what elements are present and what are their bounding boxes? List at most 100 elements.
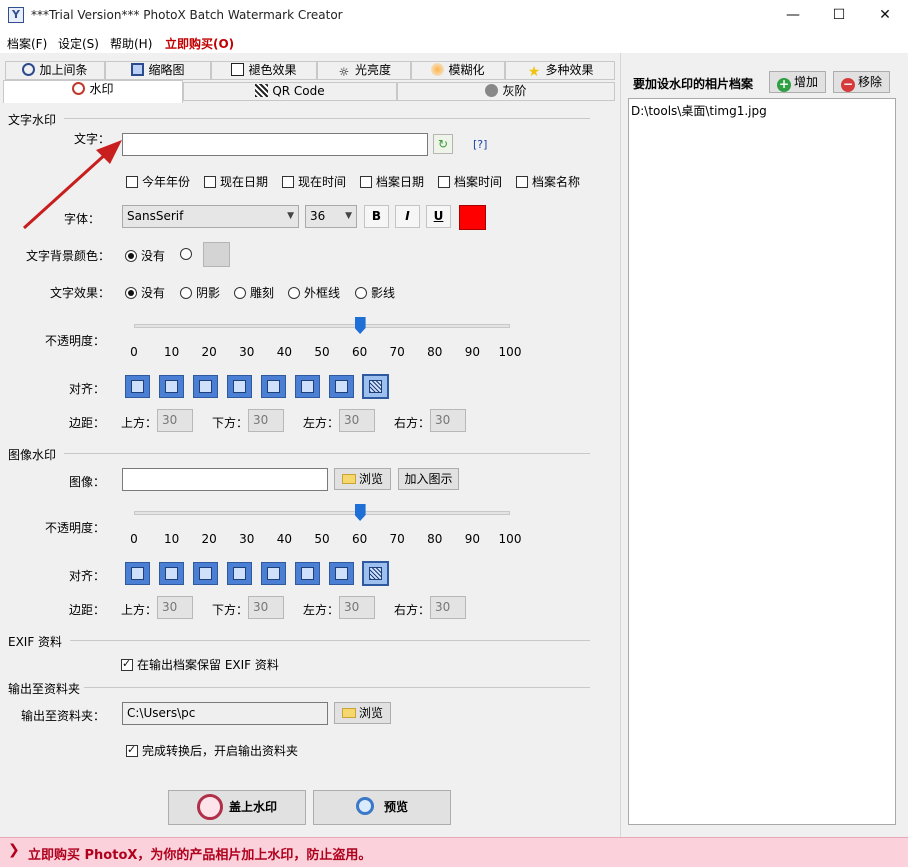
tab-qr-code[interactable]: QR Code [183, 82, 397, 101]
tab-fade[interactable]: 褪色效果 [211, 61, 317, 80]
text-margin-label: 边距： [68, 416, 105, 430]
bold-button[interactable]: B [364, 205, 389, 228]
align-bottom-center-button[interactable] [261, 375, 286, 398]
tab-blur[interactable]: 模糊化 [411, 61, 505, 80]
image-margin-top-input[interactable]: 30 [157, 596, 193, 619]
minimize-button[interactable]: — [770, 0, 816, 31]
image-label: 图像： [68, 475, 105, 489]
menu-file[interactable]: 档案(F) [7, 35, 47, 52]
radio-effect-outline[interactable]: 外框线 [288, 284, 340, 301]
image-margin-left-input[interactable]: 30 [339, 596, 375, 619]
exif-section-title: EXIF 资料 [8, 635, 63, 649]
watermark-text-input[interactable] [122, 133, 428, 156]
image-align-label: 对齐： [68, 569, 105, 583]
tab-grayscale[interactable]: 灰阶 [397, 82, 615, 101]
image-margin-right-input[interactable]: 30 [430, 596, 466, 619]
add-icon-button[interactable]: 加入图示 [398, 468, 459, 490]
help-link[interactable]: [?] [473, 138, 487, 151]
tab-brightness[interactable]: ☼ 光亮度 [317, 61, 411, 80]
align-tile-button[interactable] [362, 374, 389, 399]
slider-tick-label: 90 [464, 532, 481, 546]
chevron-right-icon: ❯ [8, 842, 20, 858]
checkbox-open-output-folder[interactable]: 完成转换后，开启输出资料夹 [126, 742, 298, 759]
menu-settings[interactable]: 设定(S) [58, 35, 99, 52]
font-family-select[interactable]: SansSerif ▼ [122, 205, 299, 228]
menu-help[interactable]: 帮助(H) [110, 35, 152, 52]
align-center-button[interactable] [329, 375, 354, 398]
font-size-select[interactable]: 36 ▼ [305, 205, 357, 228]
file-list-title: 要加设水印的相片档案 [633, 77, 754, 91]
thumbnail-icon [131, 63, 145, 76]
radio-bg-color[interactable] [180, 247, 196, 261]
border-icon [22, 63, 36, 76]
list-item[interactable]: D:\tools\桌面\timg1.jpg [629, 99, 895, 122]
preview-button[interactable]: 预览 [313, 790, 451, 825]
tab-multi-effects[interactable]: ★ 多种效果 [505, 61, 615, 80]
output-browse-button[interactable]: 浏览 [334, 702, 391, 724]
text-margin-left-input[interactable]: 30 [339, 409, 375, 432]
checkbox-box [126, 743, 138, 757]
align-top-left-button[interactable] [125, 562, 150, 585]
file-list[interactable]: D:\tools\桌面\timg1.jpg [628, 98, 896, 825]
italic-button[interactable]: I [395, 205, 420, 228]
checkbox-current-year[interactable]: 今年年份 [126, 173, 190, 190]
align-top-right-button[interactable] [193, 562, 218, 585]
footer-promo-text[interactable]: 立即购买 PhotoX，为你的产品相片加上水印，防止盗用。 [28, 844, 371, 863]
tab-add-border[interactable]: 加上间条 [5, 61, 105, 80]
checkbox-box [438, 176, 450, 188]
align-bottom-right-button[interactable] [295, 375, 320, 398]
align-bottom-center-button[interactable] [261, 562, 286, 585]
maximize-button[interactable]: ☐ [816, 0, 862, 31]
checkbox-file-time[interactable]: 档案时间 [438, 173, 502, 190]
add-file-button[interactable]: + 增加 [769, 71, 826, 93]
font-color-swatch[interactable] [459, 205, 486, 230]
checkbox-file-date[interactable]: 档案日期 [360, 173, 424, 190]
text-margin-top-input[interactable]: 30 [157, 409, 193, 432]
radio-effect-hatch[interactable]: 影线 [355, 284, 395, 301]
align-center-button[interactable] [329, 562, 354, 585]
checkbox-current-time[interactable]: 现在时间 [282, 173, 346, 190]
align-top-center-button[interactable] [159, 375, 184, 398]
align-top-left-button[interactable] [125, 375, 150, 398]
text-margin-bottom-label: 下方： [212, 416, 249, 430]
align-tile-button[interactable] [362, 561, 389, 586]
image-browse-button[interactable]: 浏览 [334, 468, 391, 490]
menu-buy-now[interactable]: 立即购买(O) [165, 35, 234, 52]
image-opacity-slider[interactable] [134, 511, 510, 515]
remove-file-button[interactable]: − 移除 [833, 71, 890, 93]
align-bottom-left-button[interactable] [227, 375, 252, 398]
bg-color-swatch[interactable] [203, 242, 230, 267]
text-margin-bottom-input[interactable]: 30 [248, 409, 284, 432]
text-margin-right-input[interactable]: 30 [430, 409, 466, 432]
insert-symbol-icon[interactable]: ↻ [433, 134, 453, 154]
font-label: 字体： [63, 212, 100, 226]
tab-thumbnail[interactable]: 缩略图 [105, 61, 211, 80]
radio-dot [125, 287, 137, 299]
align-top-center-icon [165, 567, 178, 580]
checkbox-file-name[interactable]: 档案名称 [516, 173, 580, 190]
align-top-center-button[interactable] [159, 562, 184, 585]
image-margin-right-label: 右方： [394, 603, 431, 617]
checkbox-box [282, 176, 294, 188]
divider [84, 687, 590, 688]
underline-button[interactable]: U [426, 205, 451, 228]
apply-watermark-button[interactable]: 盖上水印 [168, 790, 306, 825]
checkbox-keep-exif[interactable]: 在输出档案保留 EXIF 资料 [121, 656, 279, 673]
window-title: ***Trial Version*** PhotoX Batch Waterma… [31, 8, 343, 22]
radio-effect-engrave[interactable]: 雕刻 [234, 284, 274, 301]
checkbox-current-date[interactable]: 现在日期 [204, 173, 268, 190]
radio-effect-none[interactable]: 没有 [125, 284, 165, 301]
image-path-input[interactable] [122, 468, 328, 491]
text-opacity-slider[interactable] [134, 324, 510, 328]
align-top-right-button[interactable] [193, 375, 218, 398]
align-bottom-left-button[interactable] [227, 562, 252, 585]
radio-bg-none[interactable]: 没有 [125, 247, 165, 264]
radio-effect-shadow[interactable]: 阴影 [180, 284, 220, 301]
tab-watermark[interactable]: 水印 [3, 80, 183, 103]
close-button[interactable]: ✕ [862, 0, 908, 31]
align-bottom-right-button[interactable] [295, 562, 320, 585]
radio-dot [234, 287, 246, 299]
slider-tick-label: 50 [314, 532, 330, 546]
output-folder-input[interactable]: C:\Users\pc [122, 702, 328, 725]
image-margin-bottom-input[interactable]: 30 [248, 596, 284, 619]
